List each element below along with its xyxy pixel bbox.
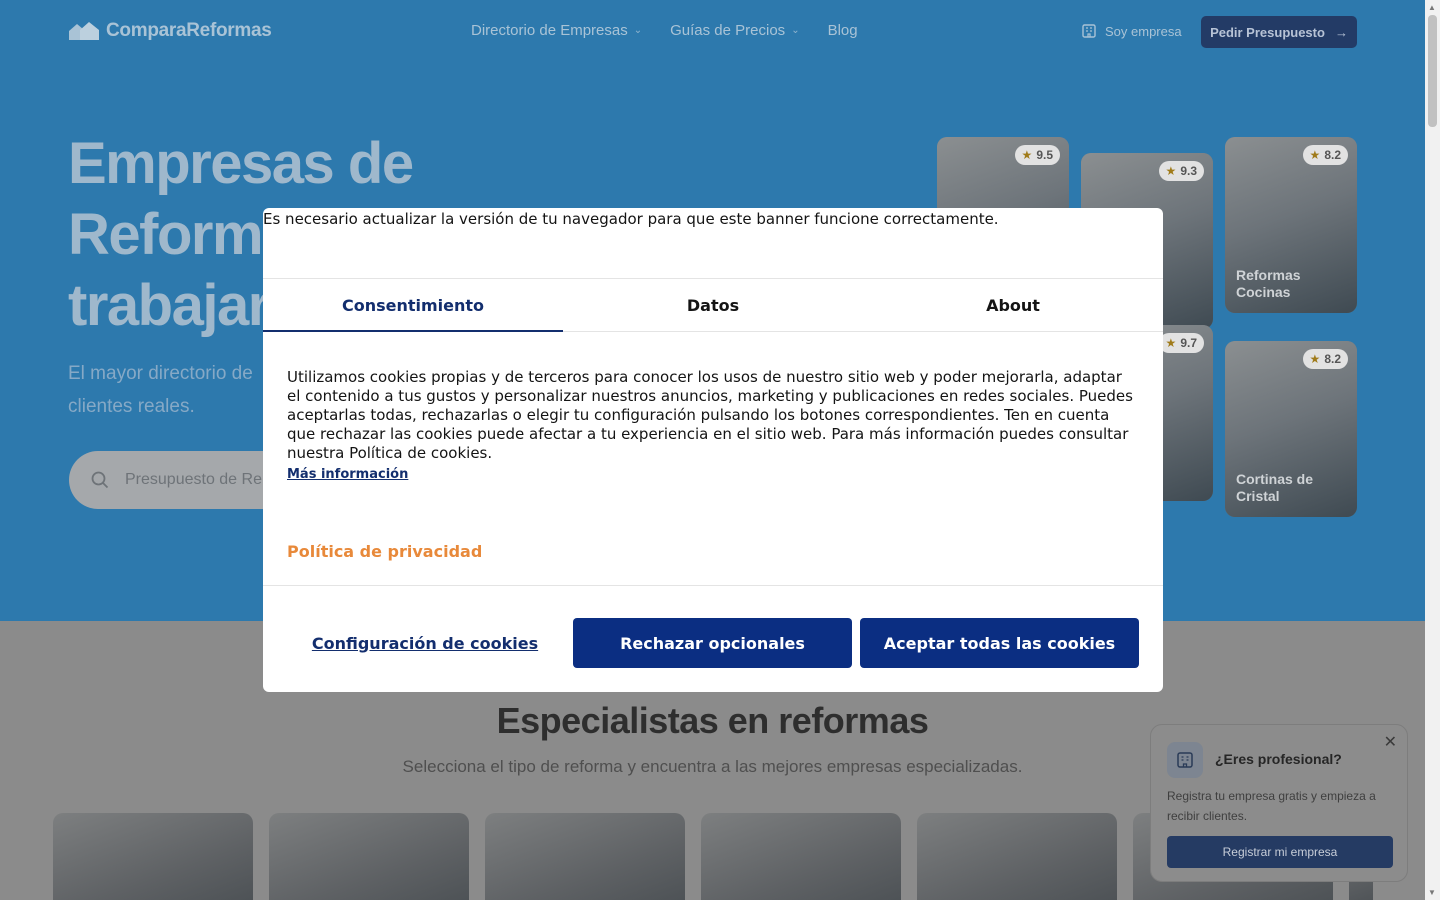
scrollbar[interactable]: ▲ ▼ <box>1425 0 1440 900</box>
search-placeholder: Presupuesto de Re <box>125 471 262 488</box>
pedir-presupuesto-label: Pedir Presupuesto <box>1210 24 1325 40</box>
logo[interactable]: ComparaReformas <box>68 20 272 42</box>
specialist-thumbnail[interactable] <box>53 813 253 900</box>
cookie-consent-dialog: Es necesario actualizar la versión de tu… <box>263 208 1163 692</box>
soy-empresa-link[interactable]: Soy empresa <box>1081 23 1182 39</box>
nav-link-blog[interactable]: Blog <box>828 22 858 39</box>
nav-link-directorio[interactable]: Directorio de Empresas ⌄ <box>471 22 642 39</box>
rating-value: 9.5 <box>1036 148 1053 162</box>
rating-badge: ★ 9.3 <box>1158 161 1204 181</box>
cookie-tabs: Consentimiento Datos About <box>263 278 1163 332</box>
hero-title-line: Empresas de <box>68 131 414 196</box>
cookie-description: Utilizamos cookies propias y de terceros… <box>287 368 1133 462</box>
tab-datos[interactable]: Datos <box>563 279 863 331</box>
cookie-settings-button[interactable]: Configuración de cookies <box>287 618 563 668</box>
rating-badge: ★ 9.5 <box>1014 145 1060 165</box>
tab-consentimiento[interactable]: Consentimiento <box>263 279 563 332</box>
star-icon: ★ <box>1165 336 1177 350</box>
pro-popup-title: ¿Eres profesional? <box>1215 751 1342 767</box>
pro-popup-text: Registra tu empresa gratis y empieza a r… <box>1167 789 1376 823</box>
tab-about[interactable]: About <box>863 279 1163 331</box>
nav-links: Directorio de Empresas ⌄ Guías de Precio… <box>471 22 858 39</box>
rating-value: 9.3 <box>1180 164 1197 178</box>
privacy-policy-link[interactable]: Política de privacidad <box>287 542 482 561</box>
logo-text: ComparaReformas <box>106 20 272 41</box>
star-icon: ★ <box>1165 164 1177 178</box>
specialist-thumbnail[interactable] <box>701 813 901 900</box>
building-icon <box>1167 742 1203 778</box>
specialist-thumbnail[interactable] <box>269 813 469 900</box>
star-icon: ★ <box>1021 148 1033 162</box>
rating-value: 8.2 <box>1324 148 1341 162</box>
star-icon: ★ <box>1309 148 1321 162</box>
search-icon <box>91 471 109 489</box>
nav-link-guias[interactable]: Guías de Precios ⌄ <box>670 22 799 39</box>
rating-badge: ★ 8.2 <box>1302 145 1348 165</box>
nav-link-label: Blog <box>827 22 858 39</box>
hero-subtitle: El mayor directorio de clientes reales. <box>68 357 288 423</box>
hero-subtitle-line: clientes reales. <box>68 396 195 417</box>
card-label: Reformas Cocinas <box>1236 267 1301 300</box>
scroll-down-icon[interactable]: ▼ <box>1428 888 1436 897</box>
rating-value: 8.2 <box>1324 352 1341 366</box>
house-logo-icon <box>69 22 99 40</box>
category-card-cortinas-cristal[interactable]: ★ 8.2 Cortinas de Cristal <box>1225 341 1357 517</box>
scrollbar-thumb[interactable] <box>1428 15 1437 127</box>
rating-value: 9.7 <box>1180 336 1197 350</box>
rating-badge: ★ 9.7 <box>1158 333 1204 353</box>
accept-all-button[interactable]: Aceptar todas las cookies <box>860 618 1139 668</box>
close-icon[interactable]: ✕ <box>1384 732 1397 752</box>
pedir-presupuesto-button[interactable]: Pedir Presupuesto → <box>1201 16 1357 48</box>
building-icon <box>1082 24 1096 38</box>
chevron-down-icon: ⌄ <box>791 25 800 36</box>
arrow-right-icon: → <box>1334 24 1348 40</box>
specialist-thumbnail[interactable] <box>485 813 685 900</box>
nav-link-label: Directorio de Empresas <box>471 22 628 39</box>
mas-informacion-link[interactable]: Más información <box>287 467 408 482</box>
chevron-down-icon: ⌄ <box>633 25 643 36</box>
star-icon: ★ <box>1309 352 1321 366</box>
nav-link-label: Guías de Precios <box>670 22 786 39</box>
pro-popup: ¿Eres profesional? ✕ Registra tu empresa… <box>1150 724 1408 882</box>
divider <box>263 585 1163 586</box>
rating-badge: ★ 8.2 <box>1302 349 1348 369</box>
soy-empresa-label: Soy empresa <box>1105 23 1182 39</box>
top-nav: ComparaReformas Directorio de Empresas ⌄… <box>0 0 1425 64</box>
reject-optional-button[interactable]: Rechazar opcionales <box>573 618 852 668</box>
specialist-thumbnail[interactable] <box>917 813 1117 900</box>
registrar-empresa-button[interactable]: Registrar mi empresa <box>1167 836 1393 868</box>
category-card-reformas-cocinas[interactable]: ★ 8.2 Reformas Cocinas <box>1225 137 1357 313</box>
scroll-up-icon[interactable]: ▲ <box>1428 3 1436 12</box>
card-label: Cortinas de Cristal <box>1236 471 1314 504</box>
browser-warning: Es necesario actualizar la versión de tu… <box>263 210 999 228</box>
hero-subtitle-line: El mayor directorio de <box>68 363 253 384</box>
